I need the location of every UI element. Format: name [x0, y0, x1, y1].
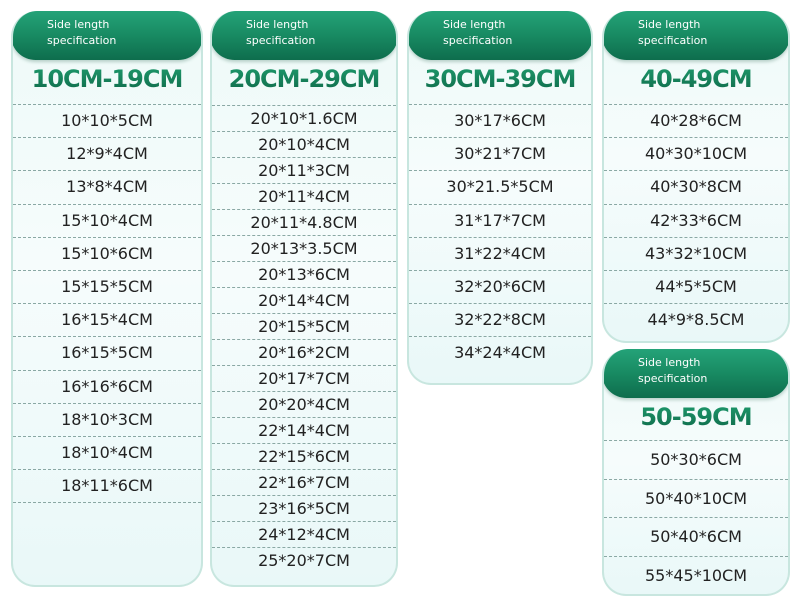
- size-item: 40*30*8CM: [604, 171, 788, 205]
- size-list: 30*17*6CM 30*21*7CM 30*21.5*5CM 31*17*7CM 31…: [409, 104, 591, 371]
- size-item: 23*16*5CM: [212, 496, 396, 522]
- size-item: 50*40*10CM: [604, 480, 788, 518]
- size-item: 20*13*3.5CM: [212, 236, 396, 262]
- size-item: 20*13*6CM: [212, 262, 396, 288]
- header-label-line1: Side length: [246, 18, 309, 31]
- size-item: 13*8*4CM: [13, 171, 201, 205]
- size-item: 43*32*10CM: [604, 238, 788, 271]
- size-item: 18*10*4CM: [13, 437, 201, 471]
- header-label-line2: specification: [638, 372, 708, 385]
- size-item: 31*22*4CM: [409, 238, 591, 271]
- size-item: 20*17*7CM: [212, 366, 396, 392]
- header-label-line2: specification: [246, 34, 316, 47]
- header-label: Side length specification: [47, 17, 116, 49]
- size-item: 20*11*4CM: [212, 184, 396, 210]
- size-item: 18*10*3CM: [13, 404, 201, 437]
- header-label-line1: Side length: [638, 18, 701, 31]
- size-item: 18*11*6CM: [13, 470, 201, 504]
- size-item: 20*16*2CM: [212, 340, 396, 366]
- size-item: 15*15*5CM: [13, 271, 201, 305]
- header-label: Side length specification: [638, 355, 707, 387]
- size-item: 22*16*7CM: [212, 470, 396, 496]
- header-label: Side length specification: [638, 17, 707, 49]
- size-item: 10*10*5CM: [13, 105, 201, 139]
- size-item: 20*10*4CM: [212, 132, 396, 158]
- size-item: 31*17*7CM: [409, 205, 591, 238]
- size-list: 20*10*1.6CM 20*10*4CM 20*11*3CM 20*11*4CM 20…: [212, 105, 396, 574]
- size-item: 30*21.5*5CM: [409, 171, 591, 205]
- size-item: 12*9*4CM: [13, 138, 201, 172]
- card-header: Side length specification: [604, 349, 788, 398]
- header-label-line1: Side length: [443, 18, 506, 31]
- size-item: 24*12*4CM: [212, 522, 396, 548]
- size-item: 15*10*4CM: [13, 205, 201, 238]
- size-item: 20*11*3CM: [212, 158, 396, 184]
- header-label-line2: specification: [443, 34, 513, 47]
- size-item: 30*17*6CM: [409, 105, 591, 139]
- size-item: 20*10*1.6CM: [212, 106, 396, 132]
- card-header: Side length specification: [409, 11, 591, 60]
- size-item: 42*33*6CM: [604, 205, 788, 238]
- range-title: 20CM-29CM: [212, 65, 396, 93]
- size-list: 50*30*6CM 50*40*10CM 50*40*6CM 55*45*10CM: [604, 440, 788, 594]
- size-item: 44*9*8.5CM: [647, 310, 745, 330]
- size-item: 44*5*5CM: [604, 271, 788, 305]
- size-item: 30*21*7CM: [409, 138, 591, 172]
- range-title: 10CM-19CM: [13, 65, 201, 93]
- card-header: Side length specification: [604, 11, 788, 60]
- range-title: 40-49CM: [604, 65, 788, 93]
- range-title: 30CM-39CM: [409, 65, 591, 93]
- size-item: 16*16*6CM: [13, 371, 201, 404]
- size-card-30-39cm: Side length specification 30CM-39CM 30*1…: [407, 11, 593, 385]
- size-item: 55*45*10CM: [644, 565, 748, 585]
- size-item: 40*28*6CM: [604, 105, 788, 139]
- size-item: 40*30*10CM: [604, 138, 788, 172]
- size-item: 22*15*6CM: [212, 444, 396, 470]
- size-item: 20*11*4.8CM: [212, 210, 396, 236]
- size-item: 50*40*6CM: [604, 518, 788, 557]
- size-card-50-59cm: Side length specification 50-59CM 50*30*…: [602, 349, 790, 596]
- range-title: 50-59CM: [604, 403, 788, 431]
- card-header: Side length specification: [212, 11, 396, 60]
- header-label-line1: Side length: [638, 356, 701, 369]
- size-item: 16*15*4CM: [13, 304, 201, 338]
- size-item: 32*20*6CM: [409, 271, 591, 305]
- size-card-20-29cm: Side length specification 20CM-29CM 20*1…: [210, 11, 398, 587]
- size-card-40-49cm: Side length specification 40-49CM 40*28*…: [602, 11, 790, 343]
- size-item: 20*20*4CM: [212, 392, 396, 418]
- header-label: Side length specification: [443, 17, 512, 49]
- size-item: 16*15*5CM: [13, 337, 201, 371]
- size-item: 22*14*4CM: [212, 418, 396, 444]
- size-item: 34*24*4CM: [454, 343, 546, 363]
- header-label-line2: specification: [638, 34, 708, 47]
- size-list: 40*28*6CM 40*30*10CM 40*30*8CM 42*33*6CM 43*…: [604, 104, 788, 337]
- header-label-line2: specification: [47, 34, 117, 47]
- header-label-line1: Side length: [47, 18, 110, 31]
- size-card-10-19cm: Side length specification 10CM-19CM 10*1…: [11, 11, 203, 587]
- size-item: 20*15*5CM: [212, 314, 396, 340]
- size-item: 25*20*7CM: [258, 551, 350, 570]
- card-header: Side length specification: [13, 11, 201, 60]
- size-item: 50*30*6CM: [604, 441, 788, 480]
- header-label: Side length specification: [246, 17, 315, 49]
- size-item: 15*10*6CM: [13, 238, 201, 271]
- size-item: 32*22*8CM: [409, 304, 591, 338]
- size-item: 20*14*4CM: [212, 288, 396, 314]
- size-list: 10*10*5CM 12*9*4CM 13*8*4CM 15*10*4CM 15*10*…: [13, 104, 201, 504]
